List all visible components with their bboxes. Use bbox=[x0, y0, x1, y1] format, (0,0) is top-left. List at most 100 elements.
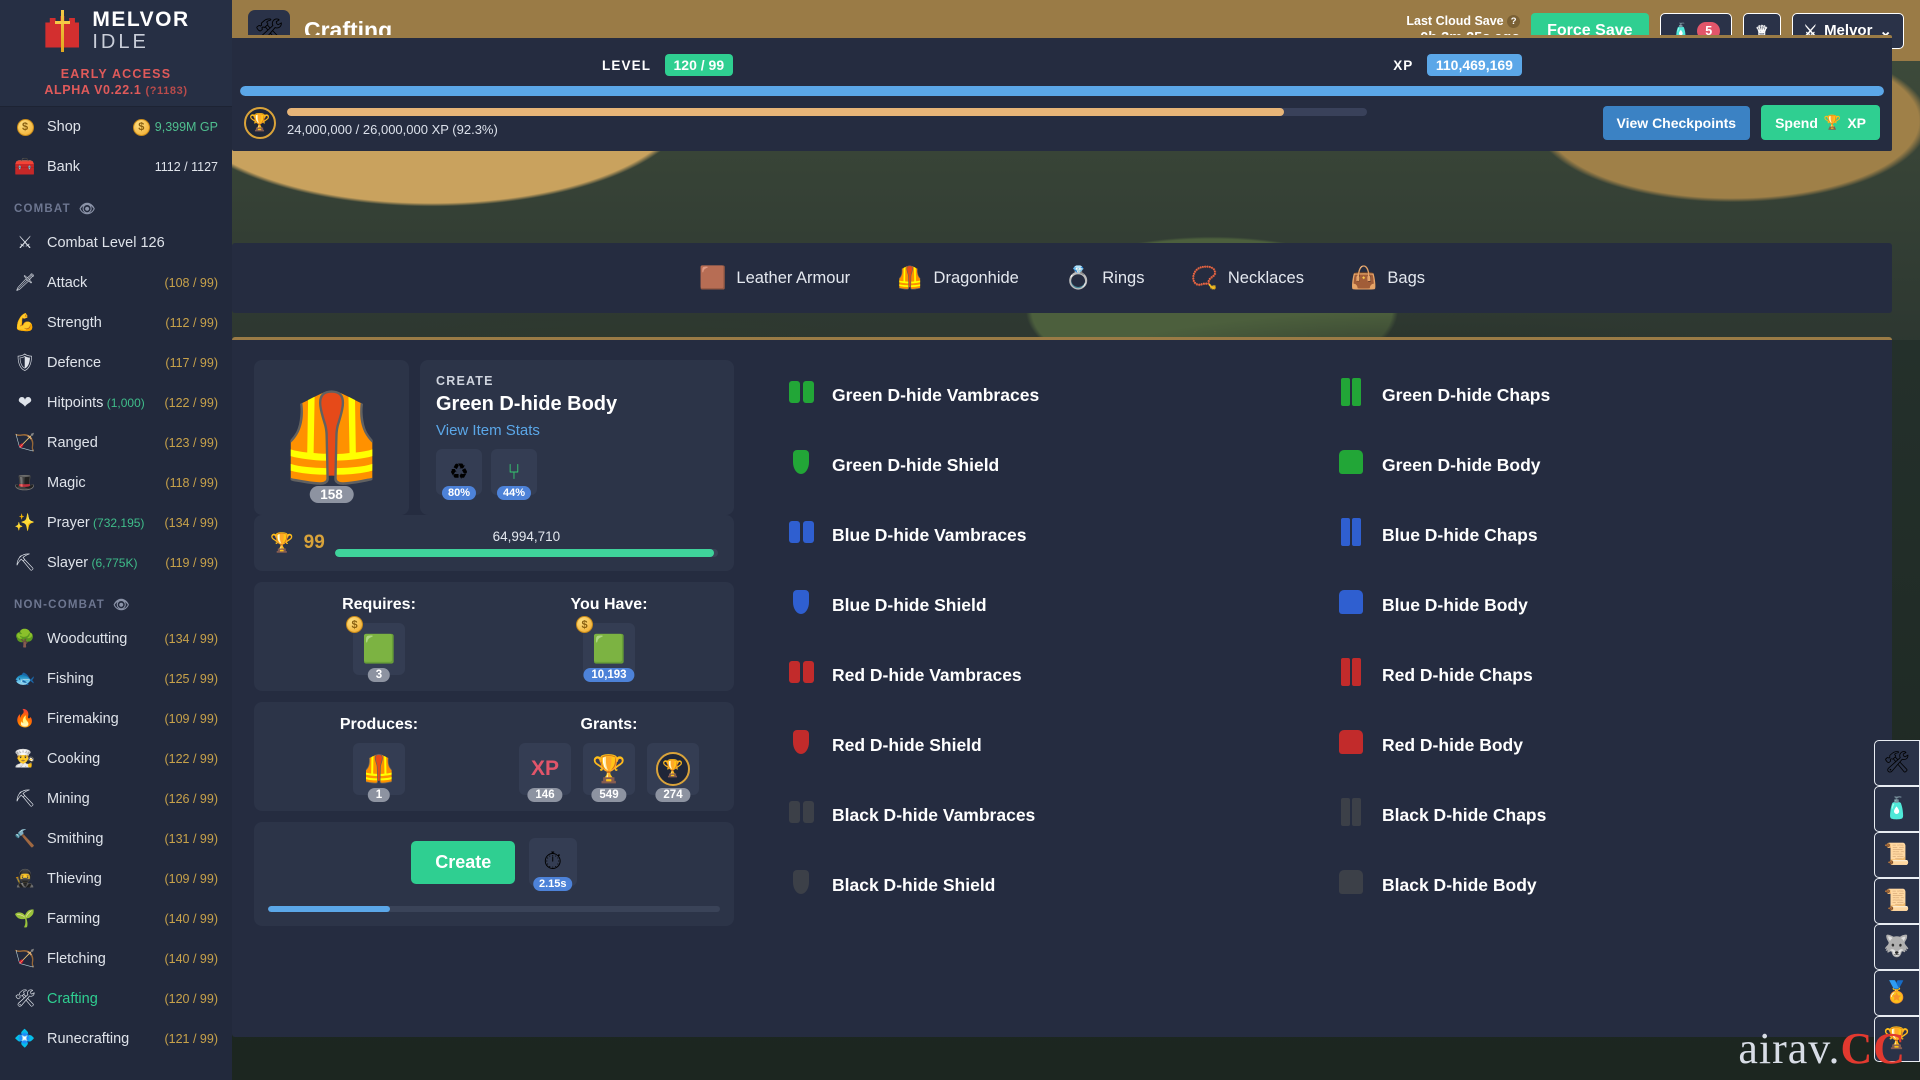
sidebar-item-slayer[interactable]: ⛏ Slayer (6,775K) (119 / 99) bbox=[0, 543, 232, 583]
sidebar-item-fletching[interactable]: 🏹 Fletching (140 / 99) bbox=[0, 939, 232, 979]
recipe-item[interactable]: Red D-hide Chaps bbox=[1320, 640, 1870, 710]
category-tab-necklaces[interactable]: 📿 Necklaces bbox=[1190, 265, 1304, 291]
preserve-chance-stat: ♻ 80% bbox=[436, 449, 482, 500]
rail-button-crafting-tools[interactable]: 🛠 bbox=[1874, 740, 1920, 786]
create-button[interactable]: Create bbox=[411, 840, 516, 884]
recipe-item[interactable]: Red D-hide Shield bbox=[770, 710, 1320, 780]
green-body-icon: 🦺 bbox=[362, 754, 396, 784]
red-chaps-icon bbox=[1341, 657, 1361, 693]
sidebar-item-magic[interactable]: 🎩 Magic (118 / 99) bbox=[0, 463, 232, 503]
skill-level: (125 / 99) bbox=[164, 672, 218, 686]
recipe-item[interactable]: Green D-hide Vambraces bbox=[770, 360, 1320, 430]
category-label: Necklaces bbox=[1227, 268, 1304, 287]
view-checkpoints-button[interactable]: View Checkpoints bbox=[1602, 105, 1751, 140]
produces-item-slot[interactable]: 🦺 1 bbox=[353, 743, 405, 802]
skill-label: Cooking bbox=[47, 751, 101, 767]
shop-label: Shop bbox=[47, 119, 81, 135]
category-tab-bags[interactable]: 👜 Bags bbox=[1350, 265, 1425, 291]
you-have-item-slot[interactable]: 🟩 10,193 bbox=[576, 616, 635, 682]
recipe-item[interactable]: Blue D-hide Vambraces bbox=[770, 500, 1320, 570]
sidebar-item-crafting[interactable]: 🛠 Crafting (120 / 99) bbox=[0, 979, 232, 1019]
sidebar-item-hitpoints[interactable]: ❤ Hitpoints (1,000) (122 / 99) bbox=[0, 383, 232, 423]
skill-level: (140 / 99) bbox=[164, 952, 218, 966]
heart-icon: ❤ bbox=[17, 393, 33, 412]
sidebar-item-thieving[interactable]: 🥷 Thieving (109 / 99) bbox=[0, 859, 232, 899]
sidebar-item-shop[interactable]: Shop 9,399M GP bbox=[0, 107, 232, 147]
recipe-item[interactable]: Black D-hide Shield bbox=[770, 850, 1320, 920]
sidebar-item-attack[interactable]: 🗡 Attack (108 / 99) bbox=[0, 263, 232, 303]
black-chaps-icon bbox=[1341, 797, 1361, 833]
sidebar-item-strength[interactable]: 💪 Strength (112 / 99) bbox=[0, 303, 232, 343]
spend-mastery-xp-button[interactable]: Spend 🏆 XP bbox=[1761, 105, 1880, 140]
category-label: Rings bbox=[1102, 268, 1145, 287]
sidebar-item-combat-level-126[interactable]: ⚔ Combat Level 126 bbox=[0, 223, 232, 263]
sidebar-item-runecrafting[interactable]: 💠 Runecrafting (121 / 99) bbox=[0, 1019, 232, 1059]
sidebar-item-fishing[interactable]: 🐟 Fishing (125 / 99) bbox=[0, 659, 232, 699]
bank-label: Bank bbox=[47, 159, 81, 175]
skill-label: Defence bbox=[47, 355, 102, 371]
sidebar-item-defence[interactable]: 🛡 Defence (117 / 99) bbox=[0, 343, 232, 383]
sidebar-item-mining[interactable]: ⛏ Mining (126 / 99) bbox=[0, 779, 232, 819]
green-chaps-icon bbox=[1341, 377, 1361, 413]
spend-xp-label: XP bbox=[1847, 114, 1866, 131]
rail-button-wolf[interactable]: 🐺 bbox=[1874, 924, 1920, 970]
skill-level: (123 / 99) bbox=[164, 436, 218, 450]
combat-header-label: COMBAT bbox=[14, 203, 71, 215]
sidebar-item-cooking[interactable]: 👨‍🍳 Cooking (122 / 99) bbox=[0, 739, 232, 779]
category-tab-leather-armour[interactable]: 🟫 Leather Armour bbox=[699, 265, 850, 291]
recipe-item[interactable]: Black D-hide Vambraces bbox=[770, 780, 1320, 850]
category-tab-dragonhide[interactable]: 🦺 Dragonhide bbox=[896, 265, 1019, 291]
selected-item-preview[interactable]: 🦺 158 bbox=[254, 360, 409, 515]
help-icon[interactable]: ? bbox=[1507, 14, 1521, 28]
recipe-item[interactable]: Green D-hide Chaps bbox=[1320, 360, 1870, 430]
skill-label: Mining bbox=[47, 791, 90, 807]
sidebar-item-smithing[interactable]: 🔨 Smithing (131 / 99) bbox=[0, 819, 232, 859]
category-tab-rings[interactable]: 💍 Rings bbox=[1065, 265, 1145, 291]
leather-icon: 🟫 bbox=[699, 265, 727, 290]
recipe-item[interactable]: Green D-hide Body bbox=[1320, 430, 1870, 500]
category-tab-bar: 🟫 Leather Armour 🦺 Dragonhide 💍 Rings 📿 Necklac… bbox=[232, 243, 1892, 313]
recipe-item[interactable]: Blue D-hide Chaps bbox=[1320, 500, 1870, 570]
view-item-stats-link[interactable]: View Item Stats bbox=[436, 422, 718, 439]
sidebar-item-woodcutting[interactable]: 🌳 Woodcutting (134 / 99) bbox=[0, 619, 232, 659]
sidebar-item-firemaking[interactable]: 🔥 Firemaking (109 / 99) bbox=[0, 699, 232, 739]
recipe-name: Black D-hide Shield bbox=[832, 874, 996, 895]
eye-icon[interactable]: 👁 bbox=[113, 597, 131, 613]
recipe-item[interactable]: Red D-hide Body bbox=[1320, 710, 1870, 780]
green-dhide-leather-icon: 🟩 bbox=[362, 634, 396, 664]
necklace-icon: 📿 bbox=[1190, 265, 1218, 290]
blue-body-icon bbox=[1339, 589, 1363, 621]
eye-icon[interactable]: 👁 bbox=[79, 201, 97, 217]
biceps-icon: 💪 bbox=[14, 313, 36, 332]
skill-level: (122 / 99) bbox=[164, 396, 218, 410]
skill-level: (140 / 99) bbox=[164, 912, 218, 926]
recipe-item[interactable]: Black D-hide Chaps bbox=[1320, 780, 1870, 850]
sidebar-item-farming[interactable]: 🌱 Farming (140 / 99) bbox=[0, 899, 232, 939]
you-have-column: You Have: 🟩 10,193 bbox=[494, 596, 724, 682]
recipe-item[interactable]: Blue D-hide Shield bbox=[770, 570, 1320, 640]
rail-button-medal[interactable]: 🏅 bbox=[1874, 970, 1920, 1016]
recipe-item[interactable]: Red D-hide Vambraces bbox=[770, 640, 1320, 710]
grants-mastery-pool-xp: 🏆 274 bbox=[647, 743, 699, 802]
coin-icon bbox=[346, 616, 363, 633]
you-have-item-qty: 10,193 bbox=[583, 668, 635, 682]
rail-button-golden-scroll[interactable]: 📜 bbox=[1874, 878, 1920, 924]
xp-label: XP bbox=[1393, 58, 1414, 73]
black-shield-icon bbox=[793, 869, 809, 901]
alpha-version: ALPHA V0.22.1 bbox=[44, 83, 142, 97]
skill-level: (121 / 99) bbox=[164, 1032, 218, 1046]
rail-button-scroll[interactable]: 📜 bbox=[1874, 832, 1920, 878]
sidebar-item-ranged[interactable]: 🏹 Ranged (123 / 99) bbox=[0, 423, 232, 463]
app-logo[interactable]: MELVOR IDLE bbox=[0, 0, 232, 61]
recipe-item[interactable]: Blue D-hide Body bbox=[1320, 570, 1870, 640]
sidebar-item-bank[interactable]: 🧰 Bank 1112 / 1127 bbox=[0, 147, 232, 187]
tree-icon: 🌳 bbox=[14, 629, 36, 648]
sidebar-item-prayer[interactable]: ✨ Prayer (732,195) (134 / 99) bbox=[0, 503, 232, 543]
red-body-icon bbox=[1339, 729, 1363, 761]
requires-item-slot[interactable]: 🟩 3 bbox=[346, 616, 405, 682]
requires-title: Requires: bbox=[342, 596, 416, 613]
you-have-title: You Have: bbox=[570, 596, 648, 613]
rail-button-potion[interactable]: 🧴 bbox=[1874, 786, 1920, 832]
recipe-item[interactable]: Black D-hide Body bbox=[1320, 850, 1870, 920]
recipe-item[interactable]: Green D-hide Shield bbox=[770, 430, 1320, 500]
